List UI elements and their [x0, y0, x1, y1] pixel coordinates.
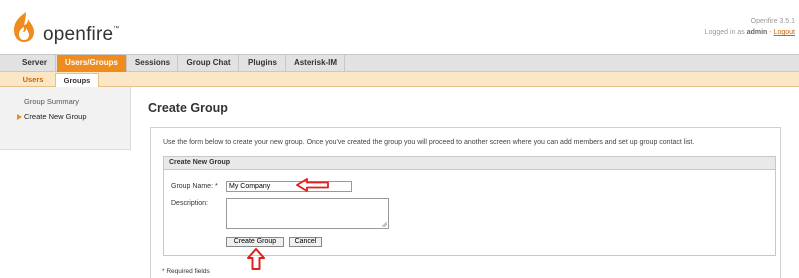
- version-label: Openfire 3.5.1: [750, 18, 795, 25]
- cancel-button[interactable]: Cancel: [289, 237, 322, 247]
- main-nav: Server Users/Groups Sessions Group Chat …: [0, 54, 799, 72]
- tab-plugins[interactable]: Plugins: [240, 55, 286, 72]
- subtab-groups[interactable]: Groups: [55, 73, 99, 87]
- bullet-arrow-icon: [17, 114, 22, 120]
- header-user-info: Openfire 3.5.1 Logged in as admin - Logo…: [705, 16, 795, 38]
- description-label: Description:: [171, 200, 208, 207]
- tab-asterisk-im[interactable]: Asterisk-IM: [287, 55, 345, 72]
- tab-group-chat[interactable]: Group Chat: [179, 55, 239, 72]
- username: admin: [746, 29, 768, 36]
- group-name-label: Group Name: *: [171, 183, 218, 190]
- sidebar-item-create-new-group[interactable]: Create New Group: [24, 112, 87, 121]
- create-group-button[interactable]: Create Group: [226, 237, 284, 247]
- tab-sessions[interactable]: Sessions: [128, 55, 178, 72]
- sidebar-item-group-summary[interactable]: Group Summary: [24, 97, 79, 106]
- openfire-flame-icon: [14, 12, 34, 42]
- red-arrow-left-annotation-icon: [296, 178, 329, 192]
- group-name-input[interactable]: My Company: [226, 181, 352, 192]
- required-fields-note: * Required fields: [162, 268, 210, 275]
- tab-users-groups[interactable]: Users/Groups: [57, 55, 127, 72]
- red-arrow-up-annotation-icon: [247, 248, 265, 270]
- sidebar: Group Summary Create New Group: [0, 87, 131, 150]
- required-mark: *: [214, 183, 218, 190]
- description-textarea[interactable]: [226, 198, 389, 229]
- create-group-form: Create New Group Group Name: * My Compan…: [163, 156, 776, 256]
- content-area: Use the form below to create your new gr…: [150, 127, 781, 278]
- sub-nav: Users Groups: [0, 72, 799, 87]
- intro-text: Use the form below to create your new gr…: [163, 139, 695, 146]
- page-title: Create Group: [148, 101, 228, 115]
- login-status: Logged in as admin - Logout: [704, 29, 795, 36]
- resize-grip-icon[interactable]: [382, 222, 387, 227]
- form-panel-title: Create New Group: [164, 157, 775, 170]
- header: openfire™ Openfire 3.5.1 Logged in as ad…: [0, 0, 799, 54]
- logo-text: openfire™: [43, 24, 120, 45]
- logout-link[interactable]: Logout: [774, 29, 795, 36]
- subtab-users[interactable]: Users: [16, 73, 50, 87]
- tab-server[interactable]: Server: [14, 55, 56, 72]
